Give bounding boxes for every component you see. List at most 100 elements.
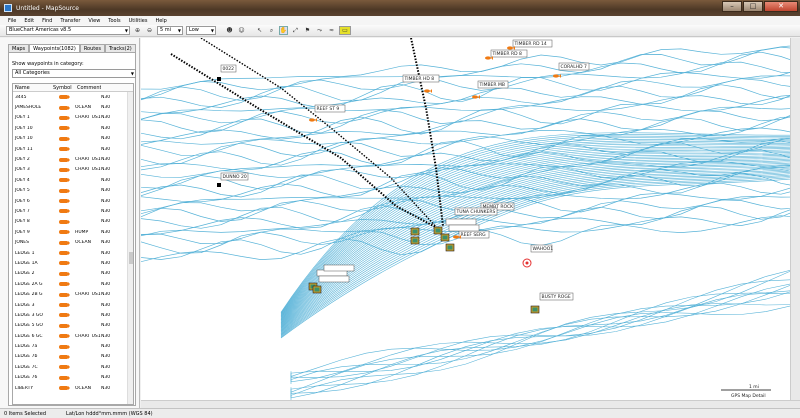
list-item[interactable]: LEDGE 2B G CHART US11382N30 bbox=[13, 289, 133, 299]
list-item[interactable]: JOEY 8 N30 bbox=[13, 217, 133, 227]
tab-maps[interactable]: Maps bbox=[8, 44, 30, 52]
waypoint-name: LEDGE 2 bbox=[15, 271, 35, 277]
list-item[interactable]: LEDGE 7a N30 bbox=[13, 341, 133, 351]
minimize-button[interactable]: – bbox=[722, 1, 742, 12]
spot-icon-inner bbox=[442, 235, 448, 240]
fish-icon bbox=[51, 240, 75, 245]
category-select[interactable]: All Categories ▼ bbox=[12, 69, 136, 78]
list-item[interactable]: JOEY 10 N30 bbox=[13, 123, 133, 133]
track-tool-icon[interactable]: ≈ bbox=[327, 26, 336, 35]
pointer-icon[interactable]: ↖ bbox=[255, 26, 264, 35]
waypoint-name: JOEY 10 bbox=[15, 136, 33, 142]
column-name[interactable]: Name bbox=[13, 84, 51, 91]
detail-select[interactable]: Low ▼ bbox=[186, 26, 216, 35]
waypoint-name: 3445 bbox=[15, 94, 27, 100]
column-comment[interactable]: Comment bbox=[75, 84, 101, 91]
list-item[interactable]: JOEY 3 CHART US11382N30 bbox=[13, 165, 133, 175]
tab-routes[interactable]: Routes bbox=[79, 44, 105, 52]
list-item[interactable]: JOEY 5 N30 bbox=[13, 186, 133, 196]
menu-tools[interactable]: Tools bbox=[108, 18, 120, 24]
tab-waypoints[interactable]: Waypoints(1082) bbox=[29, 44, 80, 52]
waypoint-extra: N30 bbox=[101, 208, 111, 214]
waypoint-name: JOEY 7 bbox=[15, 208, 30, 214]
list-item[interactable]: LIBERTY OCEAN N30 bbox=[13, 383, 133, 393]
menu-help[interactable]: Help bbox=[155, 18, 166, 24]
zoom-in-icon[interactable]: ⊕ bbox=[133, 26, 142, 35]
maximize-button[interactable]: □ bbox=[743, 1, 763, 12]
list-item[interactable]: LEDGE 3 GO N30 bbox=[13, 310, 133, 320]
list-item[interactable]: JOEY 4 N30 bbox=[13, 175, 133, 185]
waypoint-label: TIMBER MB bbox=[479, 82, 505, 88]
list-item[interactable]: 3445 N30 bbox=[13, 92, 133, 102]
map-tool-icon[interactable]: ▭ bbox=[339, 26, 351, 35]
menu-edit[interactable]: Edit bbox=[24, 18, 34, 24]
list-item[interactable]: LEDGE 2A G N30 bbox=[13, 279, 133, 289]
chevron-down-icon: ▼ bbox=[124, 28, 128, 33]
list-item[interactable]: JOEY 11 N30 bbox=[13, 144, 133, 154]
window-title: Untitled - MapSource bbox=[16, 4, 79, 12]
list-item[interactable]: JOEY 1 CHART US11382N30 bbox=[13, 113, 133, 123]
zoom-select[interactable]: 5 mi ▼ bbox=[157, 26, 183, 35]
list-item[interactable]: JOEY 6 N30 bbox=[13, 196, 133, 206]
list-item[interactable]: LEDGE 1 N30 bbox=[13, 248, 133, 258]
fish-icon bbox=[51, 365, 75, 370]
people-icon[interactable]: ☻ bbox=[225, 26, 234, 35]
menu-transfer[interactable]: Transfer bbox=[60, 18, 80, 24]
scrollbar-thumb[interactable] bbox=[129, 252, 133, 264]
list-item[interactable]: JOEY 9 HUMP N30 bbox=[13, 227, 133, 237]
fish-icon bbox=[51, 209, 75, 214]
fish-tail-icon bbox=[478, 95, 480, 99]
list-item[interactable]: JONES OCEAN N30 bbox=[13, 237, 133, 247]
distance-tool-icon[interactable]: ⤢ bbox=[291, 26, 300, 35]
list-item[interactable]: LEDGE 6 GC CHART US11382N30 bbox=[13, 331, 133, 341]
menu-find[interactable]: Find bbox=[42, 18, 52, 24]
list-scrollbar[interactable] bbox=[127, 92, 133, 404]
waypoint-name: JOEY 5 bbox=[15, 188, 30, 194]
product-select[interactable]: BlueChart Americas v8.5 ▼ bbox=[6, 26, 130, 35]
list-item[interactable]: LEDGE 1A N30 bbox=[13, 258, 133, 268]
people-transfer-icon[interactable]: ☺ bbox=[237, 26, 246, 35]
deep-contour bbox=[290, 292, 790, 379]
list-item[interactable]: LEDGE 76 N30 bbox=[13, 373, 133, 383]
menu-view[interactable]: View bbox=[88, 18, 100, 24]
list-item[interactable]: JOEY 2 CHART US11382N30 bbox=[13, 154, 133, 164]
list-item[interactable]: LEDGE 3 N30 bbox=[13, 300, 133, 310]
waypoint-label: TIMBER HD 8 bbox=[404, 76, 435, 82]
list-item[interactable]: JOEY 7 N30 bbox=[13, 206, 133, 216]
depth-contour bbox=[141, 45, 790, 90]
deep-contour bbox=[290, 290, 790, 399]
list-item[interactable]: LEDGE 2 N30 bbox=[13, 269, 133, 279]
waypoint-name: JAMESHOLE bbox=[15, 105, 42, 111]
column-symbol[interactable]: Symbol bbox=[51, 84, 75, 91]
close-button[interactable]: ✕ bbox=[764, 1, 798, 12]
zoom-tool-icon[interactable]: ⌕ bbox=[267, 26, 276, 35]
route-tool-icon[interactable]: ⤳ bbox=[315, 26, 324, 35]
fish-icon bbox=[51, 323, 75, 328]
waypoint-name: LEDGE 2A G bbox=[15, 281, 43, 287]
list-item[interactable]: LEDGE 5 GO N30 bbox=[13, 321, 133, 331]
category-select-value: All Categories bbox=[15, 70, 50, 76]
list-item[interactable]: JOEY 10 N30 bbox=[13, 134, 133, 144]
waypoint-extra: N30 bbox=[101, 94, 111, 100]
zoom-out-icon[interactable]: ⊖ bbox=[145, 26, 154, 35]
menu-utilities[interactable]: Utilities bbox=[129, 18, 148, 24]
tab-tracks[interactable]: Tracks(2) bbox=[104, 44, 136, 52]
map-vertical-scrollbar[interactable] bbox=[790, 38, 800, 400]
waypoint-comment: OCEAN bbox=[75, 240, 91, 246]
fish-icon bbox=[51, 313, 75, 318]
column-extra[interactable] bbox=[101, 84, 121, 91]
list-item[interactable]: JAMESHOLE OCEAN N30 bbox=[13, 102, 133, 112]
fish-icon bbox=[51, 157, 75, 162]
toolbar: BlueChart Americas v8.5 ▼ ⊕ ⊖ 5 mi ▼ Low… bbox=[0, 25, 800, 37]
hand-tool-icon[interactable]: ✋ bbox=[279, 26, 288, 35]
waypoint-tool-icon[interactable]: ⚑ bbox=[303, 26, 312, 35]
map-view[interactable]: TIMBER RD 14 TIMBER RD 8 CORALHD 7 TIMBER H… bbox=[141, 38, 790, 400]
map-horizontal-scrollbar[interactable] bbox=[141, 400, 800, 408]
menu-file[interactable]: File bbox=[8, 18, 16, 24]
waypoint-extra: N30 bbox=[101, 229, 111, 235]
map-canvas[interactable]: TIMBER RD 14 TIMBER RD 8 CORALHD 7 TIMBER H… bbox=[141, 38, 790, 400]
waypoint-extra: N30 bbox=[101, 260, 111, 266]
fish-tail-icon bbox=[315, 118, 317, 122]
list-item[interactable]: LEDGE 7C N30 bbox=[13, 362, 133, 372]
list-item[interactable]: LEDGE 7b N30 bbox=[13, 352, 133, 362]
